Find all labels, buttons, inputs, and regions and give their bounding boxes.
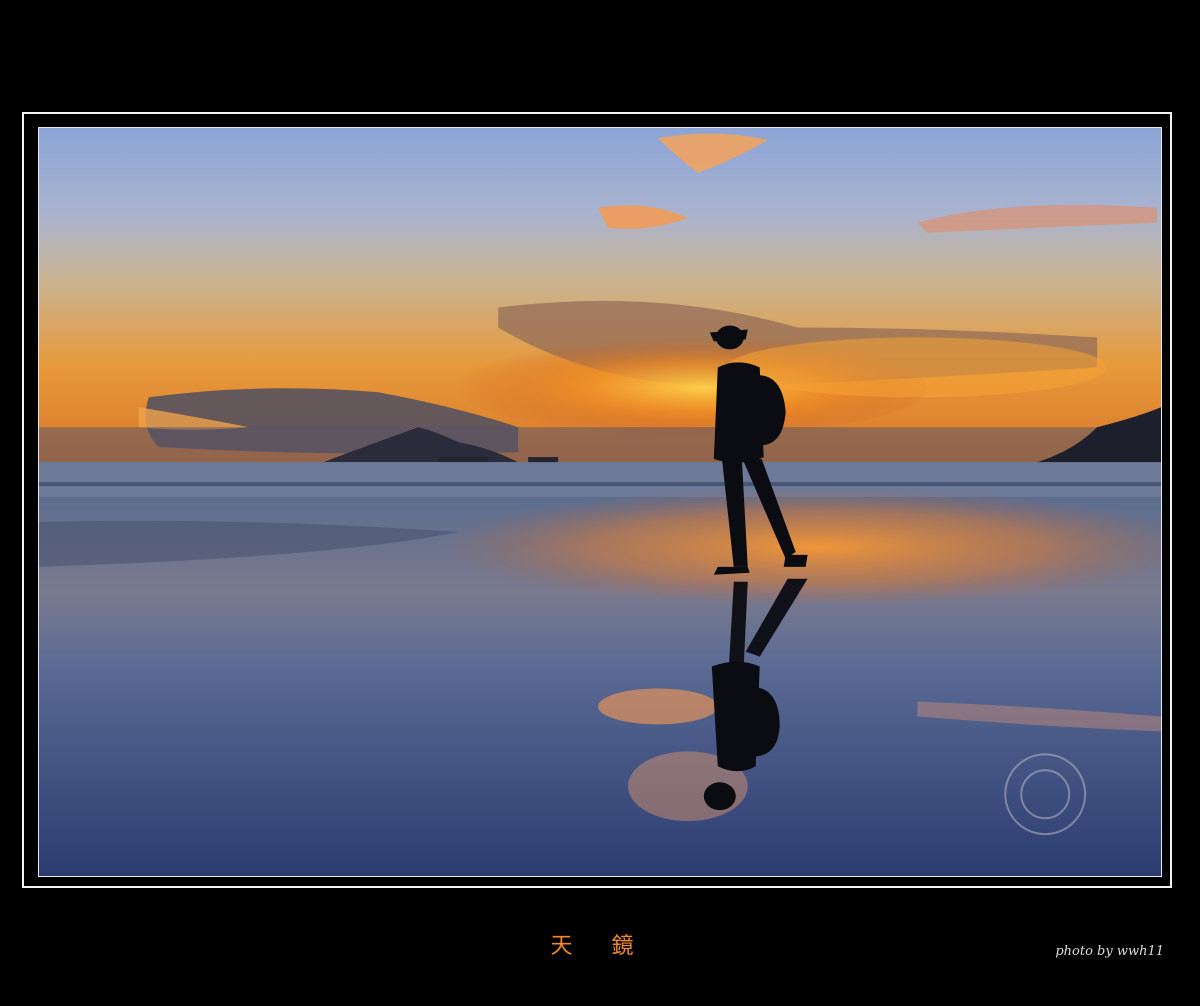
photo-credit: photo by wwh11 <box>1055 944 1164 959</box>
photo-caption: 天 鏡 <box>550 934 650 959</box>
sunset-beach-photo <box>38 127 1162 877</box>
